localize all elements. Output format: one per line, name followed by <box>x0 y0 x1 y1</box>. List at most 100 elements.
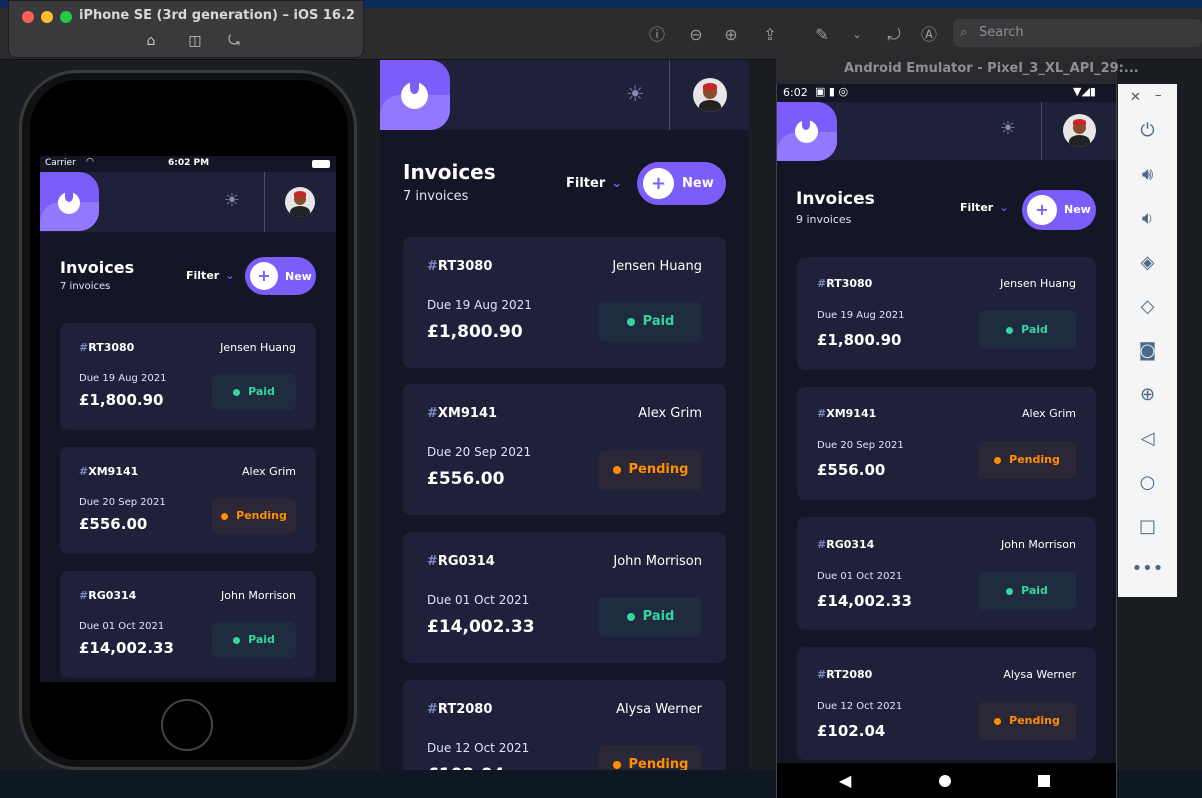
invoice-card[interactable]: #RT3080 Jensen Huang Due 19 Aug 2021 £1,… <box>403 237 726 368</box>
client-name: Alysa Werner <box>1003 668 1076 681</box>
volume-down-icon[interactable]: 🔉︎ <box>1118 208 1177 229</box>
plus-icon: + <box>250 262 278 290</box>
client-name: John Morrison <box>1001 538 1076 551</box>
chevron-down-icon[interactable]: ⌄ <box>846 24 868 46</box>
volume-up-icon[interactable]: 🔊︎ <box>1118 164 1177 185</box>
status-dot-icon <box>612 465 621 474</box>
client-name: Jensen Huang <box>220 341 296 354</box>
app-logo[interactable] <box>380 60 450 130</box>
app-header: ☀ <box>380 60 749 130</box>
app-logo[interactable] <box>40 172 99 231</box>
invoice-amount: £1,800.90 <box>427 322 523 342</box>
screenshot-icon[interactable]: ◫ <box>185 33 205 49</box>
rotate-icon[interactable]: ⤾ <box>883 24 905 46</box>
status-dot-icon <box>994 456 1002 464</box>
page-title: Invoices <box>796 189 875 209</box>
invoice-card[interactable]: #RT3080 Jensen Huang Due 19 Aug 2021 £1,… <box>60 323 316 430</box>
app-logo[interactable] <box>777 102 837 161</box>
rotate-icon[interactable]: ⤿ <box>224 33 244 49</box>
new-invoice-button[interactable]: + New <box>1022 190 1096 230</box>
rotate-right-icon[interactable]: ◇ <box>1118 296 1177 317</box>
filter-button[interactable]: Filter ⌄ <box>186 269 234 282</box>
invoice-id: #RT3080 <box>79 341 135 354</box>
zoom-icon[interactable]: ⊕ <box>1118 384 1177 405</box>
invoice-count: 7 invoices <box>60 281 111 292</box>
iphone-home-button[interactable] <box>161 699 213 751</box>
battery-icon <box>312 160 330 168</box>
nav-overview-icon[interactable] <box>1038 775 1050 787</box>
avatar-cap <box>294 191 306 197</box>
theme-toggle-icon[interactable]: ☀ <box>622 82 648 106</box>
avatar-cap <box>703 83 717 90</box>
overview-icon[interactable]: □ <box>1118 516 1177 537</box>
camera-icon[interactable]: ◙ <box>1118 340 1177 361</box>
plus-icon: + <box>643 168 674 199</box>
filter-button[interactable]: Filter ⌄ <box>566 176 622 191</box>
invoice-card[interactable]: #RT2080 Alysa Werner Due 12 Oct 2021 £10… <box>797 647 1096 760</box>
back-icon[interactable]: ◁ <box>1118 428 1177 449</box>
nav-home-icon[interactable] <box>939 775 951 787</box>
theme-toggle-icon[interactable]: ☀ <box>220 190 244 211</box>
invoice-id: #RT2080 <box>427 702 493 717</box>
zoom-out-icon[interactable]: ⊖ <box>685 24 707 46</box>
home-icon[interactable]: ○ <box>1118 472 1177 493</box>
share-icon[interactable]: ⇪ <box>759 24 781 46</box>
wifi-icon: ◠ <box>86 157 94 167</box>
invoice-card[interactable]: #RG0314 John Morrison Due 01 Oct 2021 £1… <box>403 532 726 663</box>
invoice-id: #RT3080 <box>817 277 873 290</box>
avatar[interactable] <box>285 187 315 217</box>
filter-label: Filter <box>186 269 220 282</box>
invoice-amount: £556.00 <box>427 469 505 489</box>
invoice-amount: £14,002.33 <box>79 639 174 657</box>
chevron-down-icon: ⌄ <box>225 269 235 282</box>
invoice-amount: £1,800.90 <box>79 391 164 409</box>
status-dot-icon <box>1006 326 1014 334</box>
invoice-card[interactable]: #XM9141 Alex Grim Due 20 Sep 2021 £556.0… <box>60 447 316 554</box>
zoom-in-icon[interactable]: ⊕ <box>720 24 742 46</box>
invoice-card[interactable]: #RG0314 John Morrison Due 01 Oct 2021 £1… <box>60 571 316 678</box>
invoice-card[interactable]: #XM9141 Alex Grim Due 20 Sep 2021 £556.0… <box>797 387 1096 500</box>
new-invoice-button[interactable]: + New <box>637 162 726 205</box>
invoice-card[interactable]: #RT2080 Alysa Werner Due 12 Oct 2021 £10… <box>403 680 726 770</box>
status-dot-icon <box>626 612 635 621</box>
home-icon[interactable]: ⌂ <box>141 33 161 49</box>
invoice-card[interactable]: #RG0314 John Morrison Due 01 Oct 2021 £1… <box>797 517 1096 630</box>
invoice-amount: £14,002.33 <box>817 592 912 610</box>
markup-icon[interactable]: ✎ <box>811 24 833 46</box>
close-icon[interactable]: ✕ <box>1130 90 1141 105</box>
invoice-id: #XM9141 <box>427 406 498 421</box>
android-status-bar: 6:02 ▣ ▮ ◎ ▼◢▮ <box>777 84 1116 102</box>
due-date: Due 01 Oct 2021 <box>817 571 903 582</box>
simulator-title: iPhone SE (3rd generation) – iOS 16.2 <box>79 8 355 23</box>
invoice-card[interactable]: #XM9141 Alex Grim Due 20 Sep 2021 £556.0… <box>403 384 726 515</box>
due-date: Due 12 Oct 2021 <box>427 741 530 755</box>
zoom-window-button[interactable] <box>60 11 72 23</box>
search-input[interactable]: ⌕ Search <box>953 19 1202 47</box>
due-date: Due 19 Aug 2021 <box>79 373 167 384</box>
rotate-left-icon[interactable]: ◈ <box>1118 252 1177 273</box>
signal-battery-icon: ▼◢▮ <box>1073 85 1096 98</box>
search-placeholder: Search <box>979 25 1024 40</box>
annotate-icon[interactable]: Ⓐ <box>918 24 940 46</box>
emulator-title: Android Emulator - Pixel_3_XL_API_29:... <box>776 56 1139 84</box>
minimize-window-button[interactable] <box>41 11 53 23</box>
invoice-amount: £102.04 <box>817 722 886 740</box>
minimize-icon[interactable]: – <box>1155 88 1162 103</box>
avatar-body <box>1069 135 1090 147</box>
status-dot-icon <box>233 636 241 644</box>
more-icon[interactable]: ••• <box>1118 558 1177 579</box>
close-window-button[interactable] <box>22 11 34 23</box>
avatar[interactable] <box>693 78 727 112</box>
avatar[interactable] <box>1063 114 1096 147</box>
info-icon[interactable]: ⓘ <box>646 24 668 46</box>
page-title: Invoices <box>60 258 135 277</box>
logo-notch <box>410 82 419 94</box>
new-invoice-button[interactable]: + New <box>245 257 316 295</box>
new-label: New <box>1064 203 1091 216</box>
theme-toggle-icon[interactable]: ☀ <box>996 118 1020 139</box>
power-icon[interactable]: ⏻ <box>1118 120 1177 141</box>
filter-button[interactable]: Filter ⌄ <box>960 201 1008 214</box>
nav-back-icon[interactable]: ◀ <box>839 771 851 790</box>
invoice-card[interactable]: #RT3080 Jensen Huang Due 19 Aug 2021 £1,… <box>797 257 1096 370</box>
invoice-amount: £1,800.90 <box>817 331 902 349</box>
